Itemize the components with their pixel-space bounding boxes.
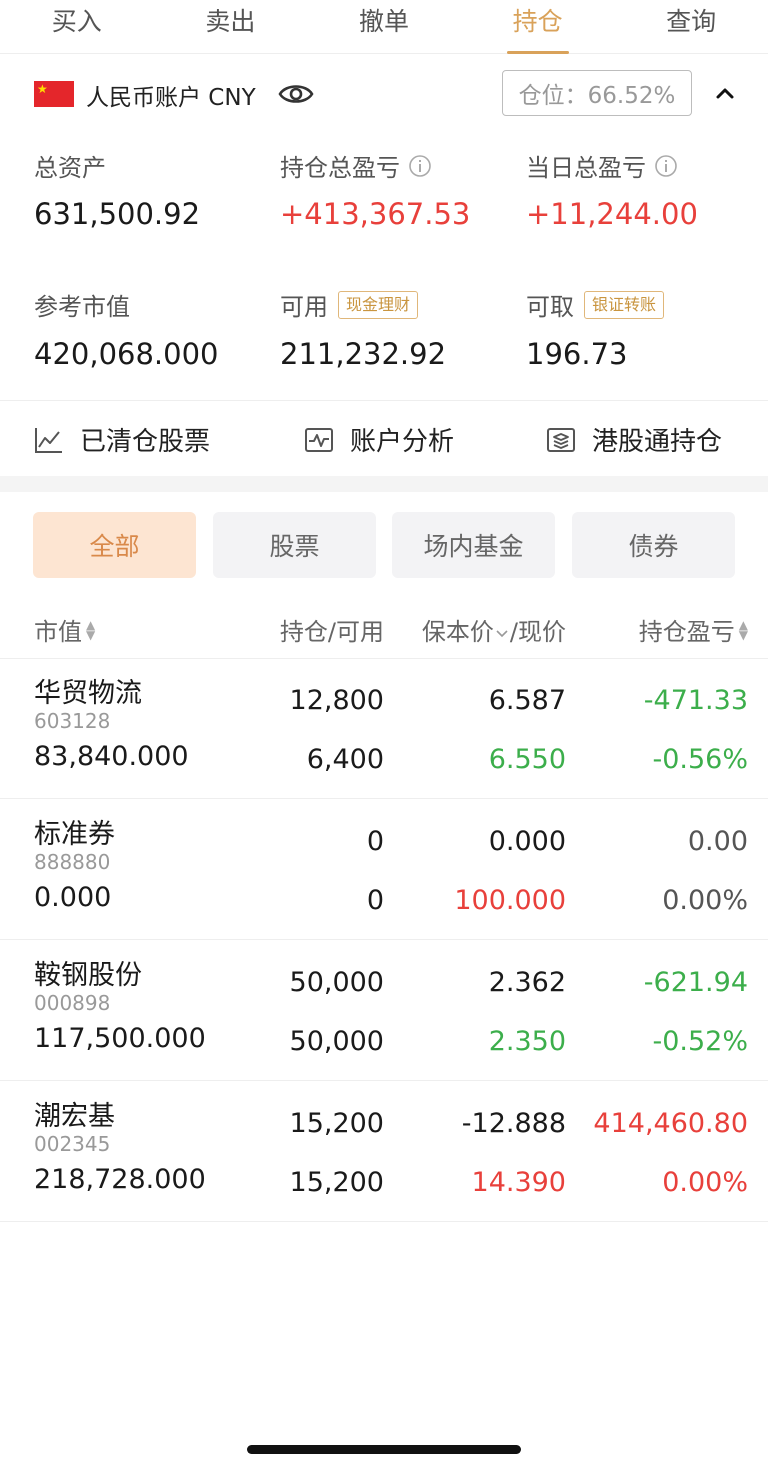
china-flag-icon: ★ bbox=[34, 81, 74, 107]
cost-price: -12.888 bbox=[461, 1108, 566, 1139]
holding-qty: 15,200 bbox=[289, 1108, 384, 1139]
available-label: 可用 现金理财 bbox=[280, 287, 419, 322]
stock-name: 华贸物流 bbox=[34, 678, 142, 709]
account-analysis-link[interactable]: 账户分析 bbox=[304, 421, 454, 458]
filter-stocks[interactable]: 股票 bbox=[213, 512, 376, 578]
stock-code: 002345 bbox=[34, 1132, 111, 1156]
market-value: 0.000 bbox=[34, 882, 112, 913]
chevron-up-icon[interactable] bbox=[712, 80, 738, 106]
header-holding-pl[interactable]: 持仓盈亏 ▲ ▼ bbox=[639, 612, 748, 647]
market-value-label: 参考市值 bbox=[34, 293, 130, 321]
eye-icon[interactable] bbox=[278, 80, 314, 108]
stock-code: 888880 bbox=[34, 850, 111, 874]
total-assets-label: 总资产 bbox=[34, 154, 106, 182]
account-name[interactable]: 人民币账户 CNY bbox=[86, 78, 256, 112]
holding-pl-pct: -0.56% bbox=[652, 744, 748, 775]
holding-qty: 0 bbox=[366, 826, 384, 857]
available-qty: 50,000 bbox=[289, 1026, 384, 1057]
stock-name: 鞍钢股份 bbox=[34, 960, 142, 991]
section-divider bbox=[0, 476, 768, 492]
current-price: 2.350 bbox=[488, 1026, 566, 1057]
home-indicator[interactable] bbox=[247, 1445, 521, 1454]
current-price: 100.000 bbox=[454, 885, 566, 916]
quick-links: 已清仓股票 账户分析 港股通持仓 bbox=[0, 400, 768, 476]
market-value: 83,840.000 bbox=[34, 741, 189, 772]
cost-price: 6.587 bbox=[488, 685, 566, 716]
available-value: 211,232.92 bbox=[280, 337, 447, 371]
pulse-monitor-icon bbox=[305, 427, 333, 452]
table-row[interactable]: 标准券 888880 0.000 0 0 0.000 100.000 0.00 … bbox=[0, 800, 768, 940]
daily-pl-label: 当日总盈亏 bbox=[526, 148, 678, 183]
daily-pl-value: +11,244.00 bbox=[526, 197, 698, 231]
position-ratio-badge: 仓位：66.52% bbox=[502, 70, 692, 116]
filter-all[interactable]: 全部 bbox=[33, 512, 196, 578]
holding-qty: 12,800 bbox=[289, 685, 384, 716]
holding-pl-pct: 0.00% bbox=[662, 885, 748, 916]
holding-pl-pct: -0.52% bbox=[652, 1026, 748, 1057]
holding-pl-label: 持仓总盈亏 bbox=[280, 148, 432, 183]
cleared-stocks-link[interactable]: 已清仓股票 bbox=[34, 421, 210, 458]
tab-sell[interactable]: 卖出 bbox=[154, 0, 308, 54]
tab-holdings[interactable]: 持仓 bbox=[461, 0, 615, 54]
available-qty: 15,200 bbox=[289, 1167, 384, 1198]
line-chart-icon bbox=[35, 427, 62, 453]
holding-qty: 50,000 bbox=[289, 967, 384, 998]
market-value: 218,728.000 bbox=[34, 1164, 206, 1195]
withdrawable-value: 196.73 bbox=[526, 337, 628, 371]
market-value-value: 420,068.000 bbox=[34, 337, 219, 371]
holding-pl: -621.94 bbox=[643, 967, 748, 998]
tab-buy[interactable]: 买入 bbox=[0, 0, 154, 54]
tab-query[interactable]: 查询 bbox=[614, 0, 768, 54]
total-assets-value: 631,500.92 bbox=[34, 197, 201, 231]
info-icon[interactable] bbox=[408, 154, 432, 178]
stock-code: 000898 bbox=[34, 991, 111, 1015]
table-row[interactable]: 华贸物流 603128 83,840.000 12,800 6,400 6.58… bbox=[0, 659, 768, 799]
account-header: ★ 人民币账户 CNY 仓位：66.52% bbox=[0, 54, 768, 132]
header-market-value[interactable]: 市值 ▲ ▼ bbox=[34, 612, 95, 647]
sort-icon: ▲ ▼ bbox=[738, 617, 748, 642]
holding-pl-value: +413,367.53 bbox=[280, 197, 471, 231]
current-price: 6.550 bbox=[488, 744, 566, 775]
withdrawable-label: 可取 银证转账 bbox=[526, 287, 665, 322]
tab-cancel[interactable]: 撤单 bbox=[307, 0, 461, 54]
layers-icon bbox=[547, 427, 575, 452]
stock-code: 603128 bbox=[34, 709, 111, 733]
available-qty: 0 bbox=[366, 885, 384, 916]
stock-name: 潮宏基 bbox=[34, 1101, 115, 1132]
hk-connect-holdings-link[interactable]: 港股通持仓 bbox=[546, 421, 722, 458]
header-hold-available: 持仓/可用 bbox=[279, 618, 384, 646]
cost-price: 2.362 bbox=[488, 967, 566, 998]
table-row[interactable]: 潮宏基 002345 218,728.000 15,200 15,200 -12… bbox=[0, 1082, 768, 1222]
holding-pl: 414,460.80 bbox=[593, 1108, 748, 1139]
chevron-down-icon bbox=[496, 629, 508, 637]
header-cost-current-price[interactable]: 保本价 /现价 bbox=[422, 612, 566, 647]
bank-transfer-tag[interactable]: 银证转账 bbox=[584, 290, 665, 319]
current-price: 14.390 bbox=[471, 1167, 566, 1198]
cost-price: 0.000 bbox=[488, 826, 566, 857]
holding-pl-pct: 0.00% bbox=[662, 1167, 748, 1198]
sort-icon: ▲ ▼ bbox=[86, 617, 96, 642]
cash-management-tag[interactable]: 现金理财 bbox=[338, 290, 419, 319]
info-icon[interactable] bbox=[654, 154, 678, 178]
available-qty: 6,400 bbox=[306, 744, 384, 775]
table-row[interactable]: 鞍钢股份 000898 117,500.000 50,000 50,000 2.… bbox=[0, 941, 768, 1081]
filter-bonds[interactable]: 债券 bbox=[572, 512, 735, 578]
filter-etf[interactable]: 场内基金 bbox=[392, 512, 555, 578]
trade-tabs: 买入 卖出 撤单 持仓 查询 bbox=[0, 0, 768, 54]
holding-pl: -471.33 bbox=[643, 685, 748, 716]
stock-name: 标准券 bbox=[34, 819, 115, 850]
holding-pl: 0.00 bbox=[687, 826, 748, 857]
market-value: 117,500.000 bbox=[34, 1023, 206, 1054]
